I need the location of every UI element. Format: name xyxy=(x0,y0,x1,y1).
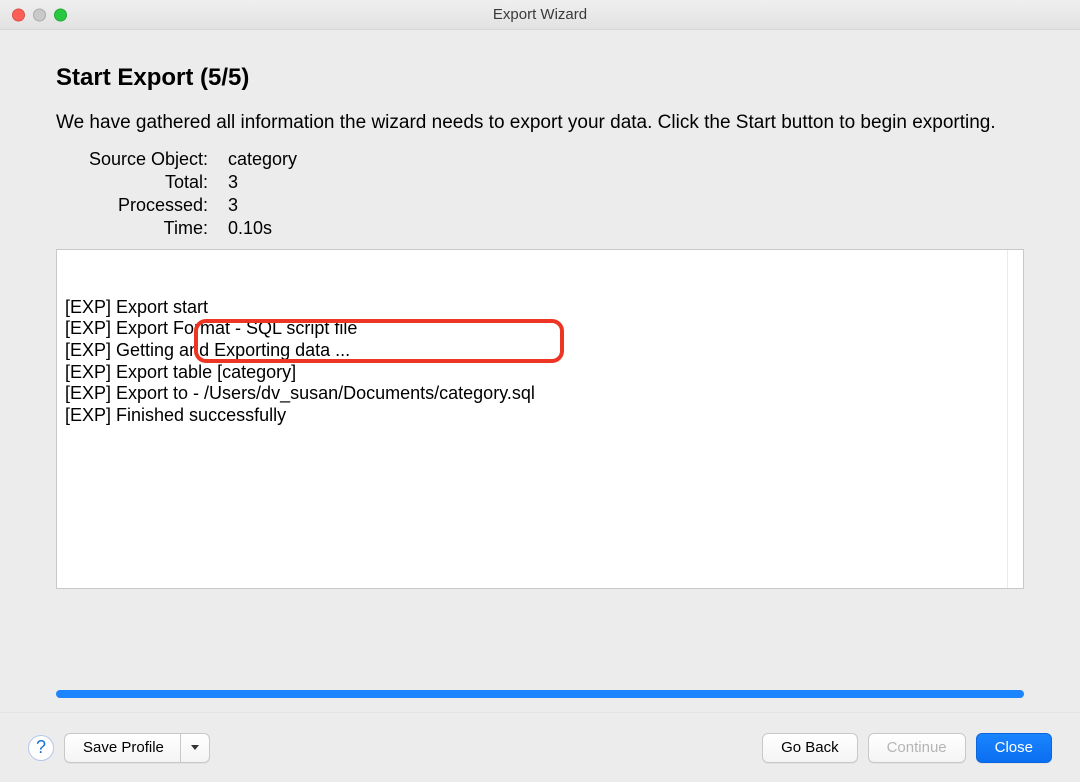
go-back-button[interactable]: Go Back xyxy=(762,733,858,763)
zoom-window-icon[interactable] xyxy=(54,8,67,21)
log-line: [EXP] Finished successfully xyxy=(65,405,1015,427)
log-line: [EXP] Export Format - SQL script file xyxy=(65,318,1015,340)
summary-label-source-object: Source Object: xyxy=(68,149,208,170)
export-log[interactable]: [EXP] Export start[EXP] Export Format - … xyxy=(56,249,1024,589)
export-wizard-window: Export Wizard Start Export (5/5) We have… xyxy=(0,0,1080,782)
progress-bar xyxy=(56,690,1024,698)
window-title: Export Wizard xyxy=(493,6,587,23)
log-line: [EXP] Getting and Exporting data ... xyxy=(65,340,1015,362)
content-area: Start Export (5/5) We have gathered all … xyxy=(0,30,1080,712)
close-button[interactable]: Close xyxy=(976,733,1052,763)
log-line: [EXP] Export start xyxy=(65,297,1015,319)
summary-grid: Source Object: category Total: 3 Process… xyxy=(68,149,1024,239)
summary-value-total: 3 xyxy=(228,172,1024,193)
page-title: Start Export (5/5) xyxy=(56,64,1024,92)
minimize-window-icon xyxy=(33,8,46,21)
summary-value-source-object: category xyxy=(228,149,1024,170)
continue-button: Continue xyxy=(868,733,966,763)
scrollbar-track[interactable] xyxy=(1007,250,1023,588)
log-line: [EXP] Export table [category] xyxy=(65,362,1015,384)
continue-label: Continue xyxy=(887,739,947,756)
summary-label-time: Time: xyxy=(68,218,208,239)
summary-label-total: Total: xyxy=(68,172,208,193)
go-back-label: Go Back xyxy=(781,739,839,756)
close-label: Close xyxy=(995,739,1033,756)
chevron-down-icon xyxy=(191,745,199,750)
help-button[interactable]: ? xyxy=(28,735,54,761)
window-controls xyxy=(12,8,67,21)
titlebar: Export Wizard xyxy=(0,0,1080,30)
footer: ? Save Profile Go Back Continue Close xyxy=(0,712,1080,782)
save-profile-label: Save Profile xyxy=(83,739,164,756)
save-profile-button[interactable]: Save Profile xyxy=(64,733,180,763)
summary-value-processed: 3 xyxy=(228,195,1024,216)
log-line: [EXP] Export to - /Users/dv_susan/Docume… xyxy=(65,383,1015,405)
summary-label-processed: Processed: xyxy=(68,195,208,216)
log-container: [EXP] Export start[EXP] Export Format - … xyxy=(56,249,1024,672)
close-window-icon[interactable] xyxy=(12,8,25,21)
summary-value-time: 0.10s xyxy=(228,218,1024,239)
save-profile-dropdown[interactable] xyxy=(180,733,210,763)
page-description: We have gathered all information the wiz… xyxy=(56,110,1024,137)
